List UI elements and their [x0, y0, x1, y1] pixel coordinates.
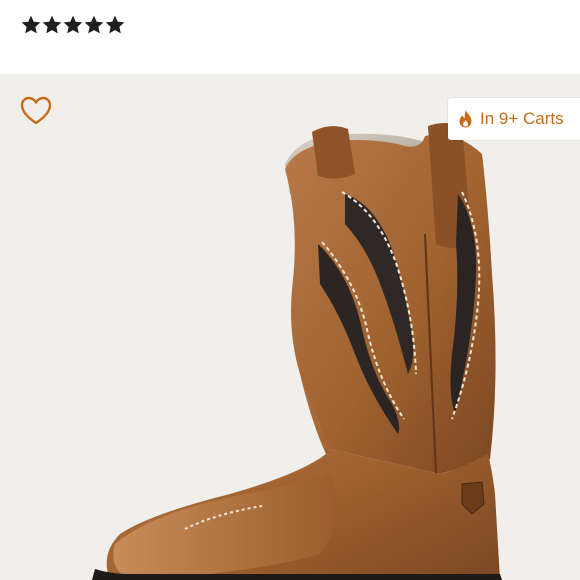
- star-icon: [105, 15, 125, 34]
- product-image[interactable]: In 9+ Carts: [0, 74, 580, 580]
- boot-photo: [92, 123, 502, 580]
- star-icon: [21, 15, 41, 34]
- star-icon: [42, 15, 62, 34]
- flame-icon: [459, 110, 472, 128]
- in-carts-label: In 9+ Carts: [480, 109, 564, 128]
- star-rating: [20, 14, 125, 36]
- star-icon: [63, 15, 83, 34]
- heart-outline-icon[interactable]: [20, 96, 52, 126]
- rating-bar: [0, 0, 580, 74]
- star-icon: [84, 15, 104, 34]
- in-carts-badge: In 9+ Carts: [448, 98, 580, 140]
